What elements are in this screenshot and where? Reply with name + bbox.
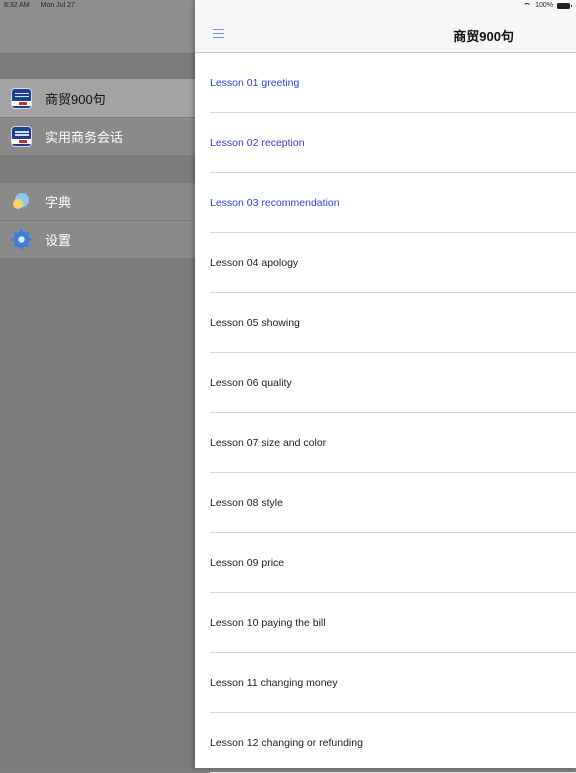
list-item[interactable]: Lesson 05 showing <box>210 293 576 353</box>
lesson-title: Lesson 03 recommendation <box>210 197 340 209</box>
sidebar-item-dictionary[interactable]: 字典 <box>0 183 195 221</box>
sidebar-item-label: 字典 <box>45 195 72 210</box>
sidebar-item-business-900[interactable]: 商贸900句 <box>0 79 195 118</box>
list-item[interactable]: Lesson 03 recommendation <box>210 173 576 233</box>
app-icon <box>11 87 32 109</box>
lesson-title: Lesson 07 size and color <box>210 437 327 449</box>
list-item[interactable]: Lesson 09 price <box>210 533 576 593</box>
dictionary-icon <box>11 191 32 212</box>
list-item[interactable]: Lesson 12 changing or refunding <box>210 713 576 773</box>
status-right: 100% <box>523 2 572 9</box>
list-item[interactable]: Lesson 07 size and color <box>210 413 576 473</box>
battery-icon <box>557 2 572 9</box>
lesson-title: Lesson 09 price <box>210 557 285 569</box>
sidebar: 商贸900句 实用商务会话 字典 设置 <box>0 0 195 768</box>
lesson-panel: 商贸900句 Lesson 01 greeting Lesson 02 rece… <box>195 0 576 773</box>
list-item[interactable]: Lesson 04 apology <box>210 233 576 293</box>
lesson-title: Lesson 05 showing <box>210 317 300 329</box>
sidebar-item-label: 设置 <box>45 233 72 248</box>
list-item[interactable]: Lesson 10 paying the bill <box>210 593 576 653</box>
wifi-icon <box>523 3 531 9</box>
sidebar-app-group: 商贸900句 实用商务会话 <box>0 79 195 156</box>
lesson-title: Lesson 01 greeting <box>210 77 300 89</box>
list-item[interactable]: Lesson 01 greeting <box>210 53 576 113</box>
battery-percent: 100% <box>535 2 553 9</box>
sidebar-item-label: 实用商务会话 <box>45 130 124 145</box>
lesson-title: Lesson 11 changing money <box>210 677 338 689</box>
app-icon <box>11 126 32 147</box>
sidebar-item-settings[interactable]: 设置 <box>0 221 195 259</box>
list-item[interactable]: Lesson 06 quality <box>210 353 576 413</box>
lesson-title: Lesson 08 style <box>210 497 283 509</box>
status-date: Mon Jul 27 <box>40 2 75 9</box>
lesson-title: Lesson 12 changing or refunding <box>210 737 363 749</box>
lesson-title: Lesson 02 reception <box>210 137 305 149</box>
lesson-title: Lesson 06 quality <box>210 377 292 389</box>
list-item[interactable]: Lesson 11 changing money <box>210 653 576 713</box>
menu-icon[interactable] <box>213 29 224 38</box>
lesson-list: Lesson 01 greeting Lesson 02 reception L… <box>195 53 576 773</box>
lesson-title: Lesson 04 apology <box>210 257 299 269</box>
status-bar: 8:32 AM Mon Jul 27 100% <box>0 0 576 12</box>
page-title: 商贸900句 <box>453 29 514 44</box>
status-left: 8:32 AM Mon Jul 27 <box>4 2 84 9</box>
gear-icon <box>11 229 32 250</box>
sidebar-item-business-conversation[interactable]: 实用商务会话 <box>0 118 195 156</box>
sidebar-tools-group: 字典 设置 <box>0 183 195 259</box>
sidebar-item-label: 商贸900句 <box>45 91 106 107</box>
list-item[interactable]: Lesson 08 style <box>210 473 576 533</box>
list-item[interactable]: Lesson 02 reception <box>210 113 576 173</box>
lesson-title: Lesson 10 paying the bill <box>210 617 326 629</box>
status-time: 8:32 AM <box>4 2 30 9</box>
